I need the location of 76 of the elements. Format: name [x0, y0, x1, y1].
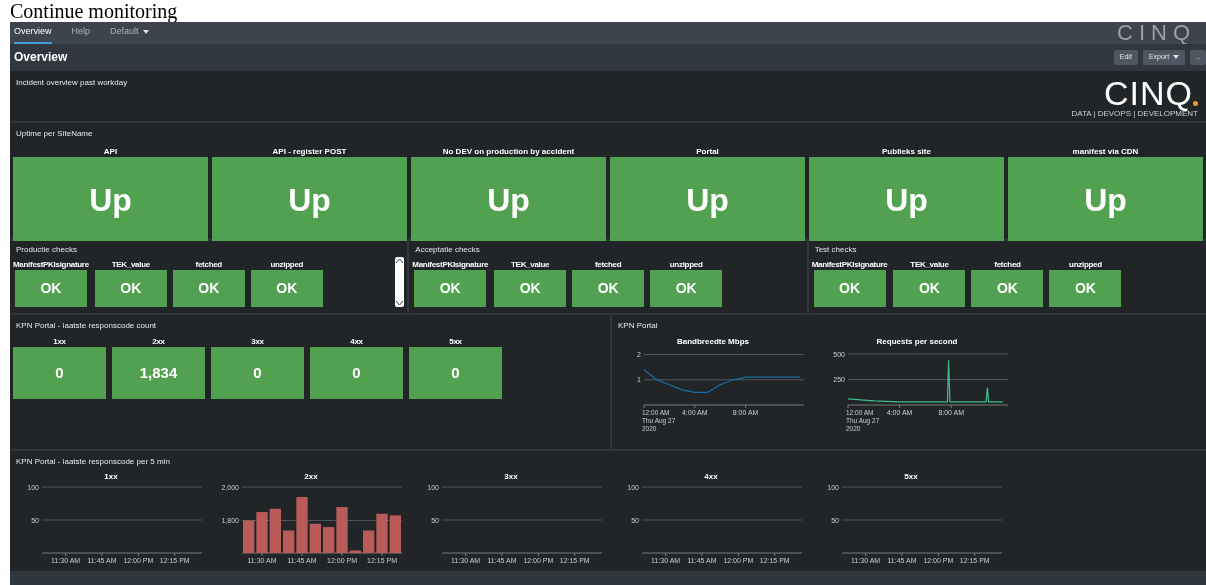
chart-title: 5xx — [904, 471, 918, 482]
tile-label: ManifestPKIsignature — [412, 259, 489, 270]
tile-label: unzipped — [669, 259, 703, 270]
bar — [389, 515, 401, 553]
caret-icon — [1173, 55, 1180, 59]
chart-title: Requests per second — [876, 336, 958, 347]
panel-title: KPN Portal - laatste responscode per 5 min — [16, 456, 171, 468]
panel-title: Acceptatie checks — [414, 244, 481, 256]
chart-title: 4xx — [704, 471, 718, 482]
tile-label: 5xx — [449, 336, 462, 347]
status-tile: 1,834 — [112, 347, 205, 399]
status-tile: OK — [1049, 270, 1122, 307]
panel-title: Uptime per SiteName — [15, 128, 94, 140]
status-tile: OK — [494, 270, 567, 307]
status-tile: 0 — [211, 347, 304, 399]
status-tile: OK — [971, 270, 1044, 307]
status-tile: OK — [650, 270, 723, 307]
status-tile: Up — [13, 157, 208, 243]
bar — [269, 508, 281, 553]
company-logo: CINQ — [1104, 77, 1193, 109]
status-tile: 0 — [13, 347, 106, 399]
tile-label: unzipped — [270, 259, 304, 270]
status-tile: Up — [1008, 157, 1203, 243]
tile-label: 4xx — [350, 336, 363, 347]
tile-label: TEK_value — [111, 259, 150, 270]
tile-label: 3xx — [251, 336, 264, 347]
panel-title: Incident overview past workday — [16, 77, 128, 89]
status-tile: Up — [411, 157, 606, 243]
status-tile: OK — [893, 270, 966, 307]
status-tile: OK — [94, 270, 167, 307]
tile-label: fetched — [994, 259, 1021, 270]
scrollbar[interactable] — [395, 257, 405, 307]
tile-label: 1xx — [53, 336, 66, 347]
status-tile: Up — [809, 157, 1004, 243]
panel-title: KPN Portal — [618, 320, 659, 332]
chart-title: 3xx — [504, 471, 518, 482]
caret-icon — [142, 30, 149, 34]
tile-label: fetched — [195, 259, 222, 270]
status-tile: 0 — [409, 347, 502, 399]
chevron-down-icon — [396, 301, 404, 305]
status-tile: OK — [172, 270, 245, 307]
panel-title: KPN Portal - laatste responscode count — [15, 320, 158, 332]
status-tile: OK — [572, 270, 645, 307]
panel-title: Test checks — [813, 244, 858, 256]
status-tile: OK — [414, 270, 487, 307]
tile-label: fetched — [594, 259, 622, 270]
tile-label: API - register POST — [272, 146, 347, 157]
tile-label: ManifestPKIsignature — [811, 259, 888, 270]
tile-label: Portal — [696, 146, 719, 157]
chart-title: Bandbreedte Mbps — [677, 336, 749, 347]
status-tile: OK — [813, 270, 886, 307]
tile-label: API — [103, 146, 118, 157]
page-caption: Continue monitoring — [10, 0, 179, 22]
tile-label: TEK_value — [910, 259, 949, 270]
tile-label: No DEV on production by accident — [442, 146, 575, 157]
tile-label: 2xx — [152, 336, 165, 347]
panel-title: Productie checks — [15, 244, 78, 256]
bar — [256, 512, 268, 553]
bar — [243, 520, 255, 553]
nav-tab[interactable]: Default — [110, 22, 149, 44]
status-tile: OK — [14, 270, 87, 307]
status-tile: 0 — [310, 347, 403, 399]
tile-label: unzipped — [1069, 259, 1102, 270]
status-tile: Up — [212, 157, 407, 243]
status-tile: Up — [610, 157, 805, 243]
status-tile: OK — [250, 270, 323, 307]
chart-title: 2xx — [304, 471, 318, 482]
faded-logo: CINQ — [1117, 22, 1196, 44]
chevron-up-icon — [396, 259, 404, 263]
tile-label: Publieks site — [882, 146, 931, 157]
dashboard-title: Overview — [14, 49, 68, 66]
tile-label: ManifestPKIsignature — [13, 259, 89, 270]
tile-label: TEK_value — [511, 259, 550, 270]
tile-label: manifest via CDN — [1072, 146, 1139, 157]
nav-tab[interactable]: Help — [71, 22, 91, 44]
chart-title: 1xx — [104, 471, 118, 482]
